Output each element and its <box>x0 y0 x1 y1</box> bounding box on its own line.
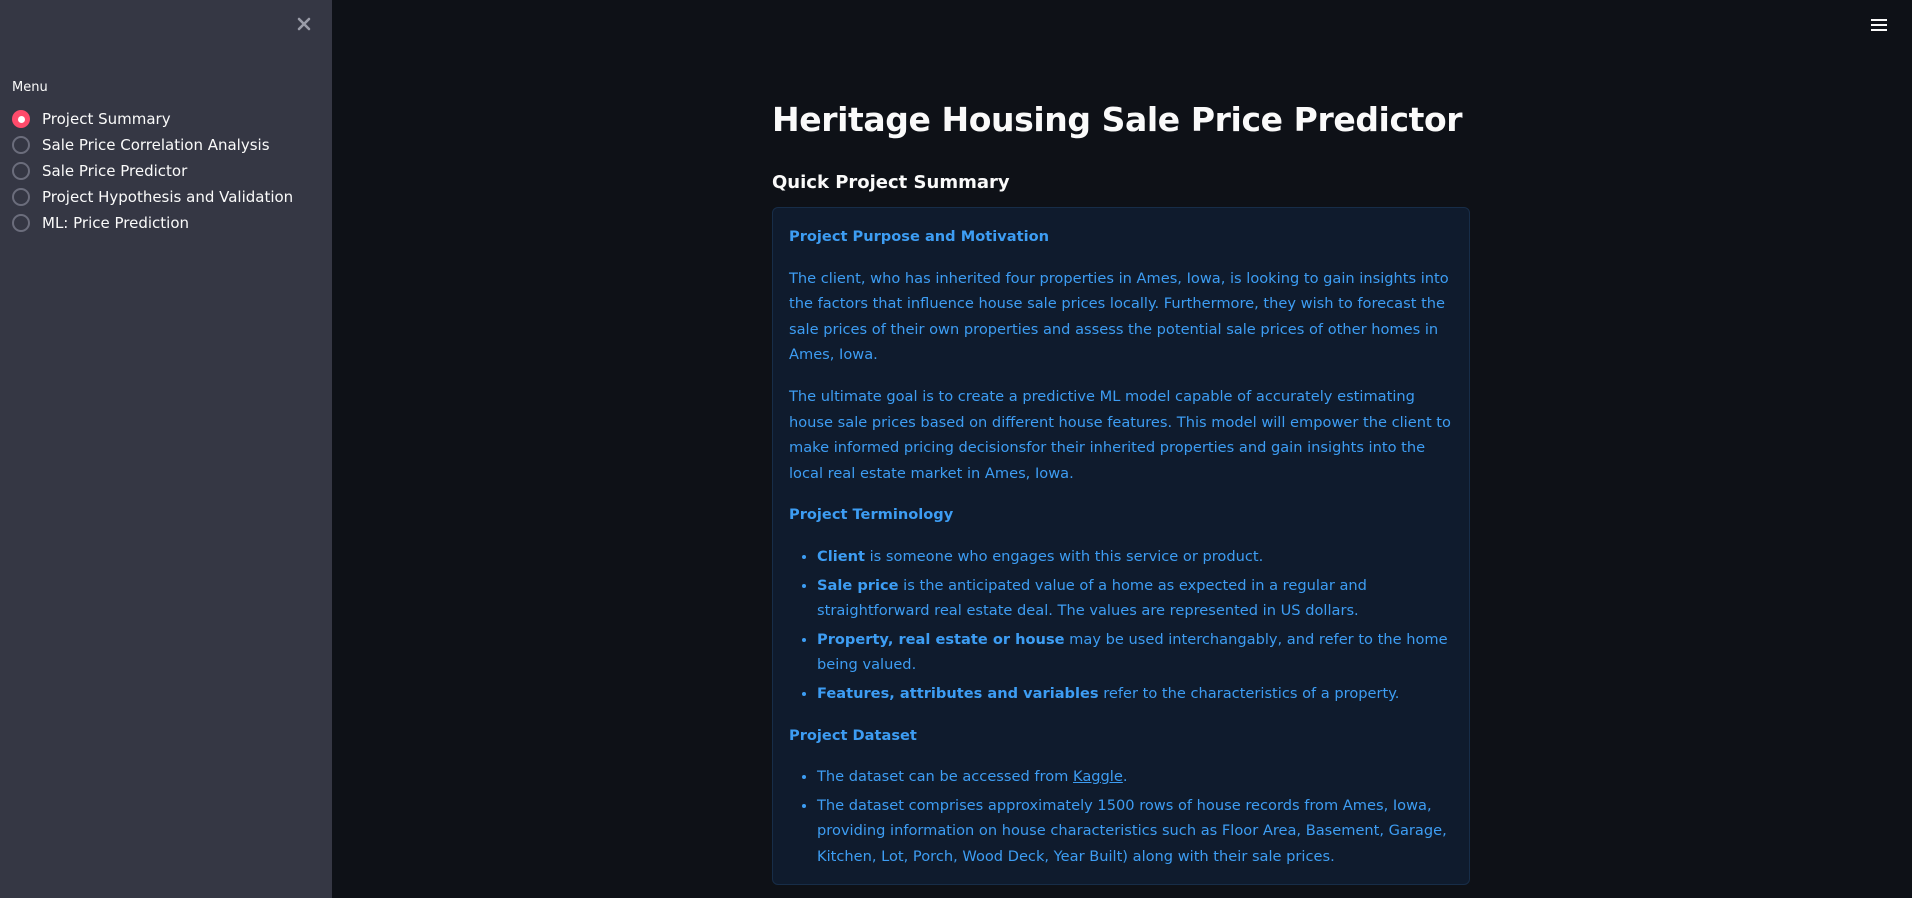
terminology-list: Client is someone who engages with this … <box>789 544 1453 707</box>
sidebar: Menu Project Summary Sale Price Correlat… <box>0 0 332 898</box>
menu-label: Menu <box>12 80 48 95</box>
sidebar-item-sale-price-correlation[interactable]: Sale Price Correlation Analysis <box>12 132 322 158</box>
close-sidebar-button[interactable] <box>292 12 316 36</box>
term-label: Sale price <box>817 576 899 594</box>
info-box: Project Purpose and Motivation The clien… <box>772 207 1470 885</box>
list-item: Features, attributes and variables refer… <box>817 681 1453 707</box>
radio-unselected-icon <box>12 188 30 206</box>
radio-unselected-icon <box>12 162 30 180</box>
page-radio-group: Project Summary Sale Price Correlation A… <box>12 106 322 236</box>
term-definition: is someone who engages with this service… <box>864 547 1264 565</box>
dataset-list: The dataset can be accessed from Kaggle.… <box>789 764 1453 869</box>
page-title: Heritage Housing Sale Price Predictor <box>772 100 1463 139</box>
dataset-heading: Project Dataset <box>789 726 917 744</box>
term-definition: refer to the characteristics of a proper… <box>1098 684 1400 702</box>
app-root: Menu Project Summary Sale Price Correlat… <box>0 0 1912 898</box>
list-item: The dataset comprises approximately 1500… <box>817 793 1453 870</box>
radio-selected-icon <box>12 110 30 128</box>
list-item: The dataset can be accessed from Kaggle. <box>817 764 1453 790</box>
list-item: Client is someone who engages with this … <box>817 544 1453 570</box>
sidebar-item-ml-price-prediction[interactable]: ML: Price Prediction <box>12 210 322 236</box>
sidebar-item-project-summary[interactable]: Project Summary <box>12 106 322 132</box>
sidebar-item-label: Project Hypothesis and Validation <box>42 188 294 206</box>
term-label: Client <box>817 547 865 565</box>
section-subtitle: Quick Project Summary <box>772 172 1010 193</box>
list-item: Property, real estate or house may be us… <box>817 627 1453 678</box>
kaggle-link[interactable]: Kaggle <box>1073 768 1123 785</box>
radio-unselected-icon <box>12 214 30 232</box>
purpose-paragraph-1: The client, who has inherited four prope… <box>789 269 1449 364</box>
term-label: Features, attributes and variables <box>817 684 1099 702</box>
purpose-paragraph-2: The ultimate goal is to create a predict… <box>789 387 1451 482</box>
sidebar-item-label: Sale Price Predictor <box>42 162 188 180</box>
purpose-heading: Project Purpose and Motivation <box>789 228 1049 245</box>
close-icon <box>297 17 311 31</box>
sidebar-item-label: Sale Price Correlation Analysis <box>42 136 270 154</box>
sidebar-item-label: Project Summary <box>42 110 171 128</box>
dataset-description: The dataset comprises approximately 1500… <box>817 796 1447 865</box>
dataset-text: The dataset can be accessed from <box>817 768 1073 786</box>
dataset-text-suffix: . <box>1122 768 1128 786</box>
sidebar-item-label: ML: Price Prediction <box>42 214 189 232</box>
term-definition: is the anticipated value of a home as ex… <box>817 576 1367 620</box>
hamburger-menu-icon <box>1871 19 1887 31</box>
sidebar-item-hypothesis-validation[interactable]: Project Hypothesis and Validation <box>12 184 322 210</box>
sidebar-item-sale-price-predictor[interactable]: Sale Price Predictor <box>12 158 322 184</box>
list-item: Sale price is the anticipated value of a… <box>817 573 1453 624</box>
terminology-heading: Project Terminology <box>789 506 954 524</box>
term-label: Property, real estate or house <box>817 630 1065 648</box>
radio-unselected-icon <box>12 136 30 154</box>
main-menu-button[interactable] <box>1868 14 1890 36</box>
